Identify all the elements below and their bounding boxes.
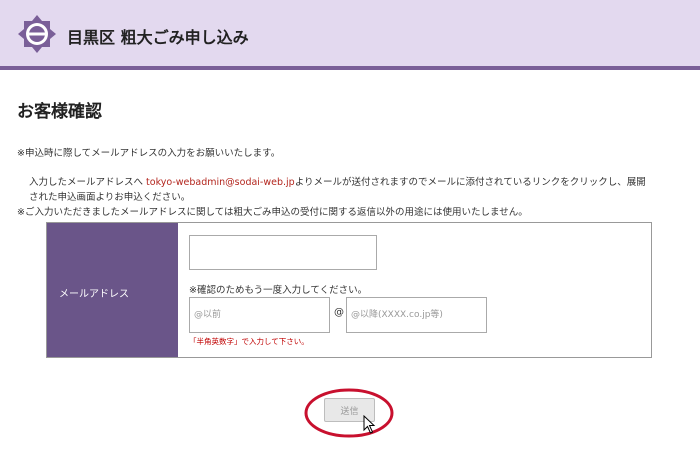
email-request-note: ※申込時に際してメールアドレスの入力をお願いいたします。 — [17, 148, 281, 159]
sender-email-address: tokyo-webadmin@sodai-web.jp — [146, 177, 295, 188]
email-instruction-note: 入力したメールアドレスへ tokyo-webadmin@sodai-web.jp… — [29, 176, 646, 190]
half-width-hint: 「半角英数字」で入力して下さい。 — [189, 337, 309, 346]
email-instruction-note-cont: された申込画面よりお申込ください。 — [29, 192, 191, 203]
site-title: 目黒区 粗大ごみ申し込み — [67, 28, 249, 47]
at-sign: @ — [334, 307, 344, 318]
mouse-cursor-icon — [363, 415, 376, 434]
privacy-note: ※ご入力いただきましたメールアドレスに関しては粗大ごみ申込の受付に関する返信以外… — [17, 207, 528, 218]
email-label: メールアドレス — [59, 289, 129, 300]
confirm-instruction: ※確認のためもう一度入力してください。 — [189, 285, 368, 296]
email-form-table: メールアドレス ※確認のためもう一度入力してください。 @ 「半角英数字」で入力… — [46, 222, 652, 358]
email-local-part-input[interactable] — [189, 297, 330, 333]
instruction-text-before: 入力したメールアドレスへ — [29, 177, 147, 188]
email-label-cell: メールアドレス — [47, 223, 178, 357]
site-header: 目黒区 粗大ごみ申し込み — [0, 0, 700, 70]
email-domain-input[interactable] — [346, 297, 487, 333]
page-title: お客様確認 — [17, 102, 102, 122]
meguro-emblem-icon — [18, 15, 56, 53]
instruction-text-after: よりメールが送付されますのでメールに添付されているリンクをクリックし、展開 — [294, 177, 646, 188]
email-input[interactable] — [189, 235, 377, 270]
